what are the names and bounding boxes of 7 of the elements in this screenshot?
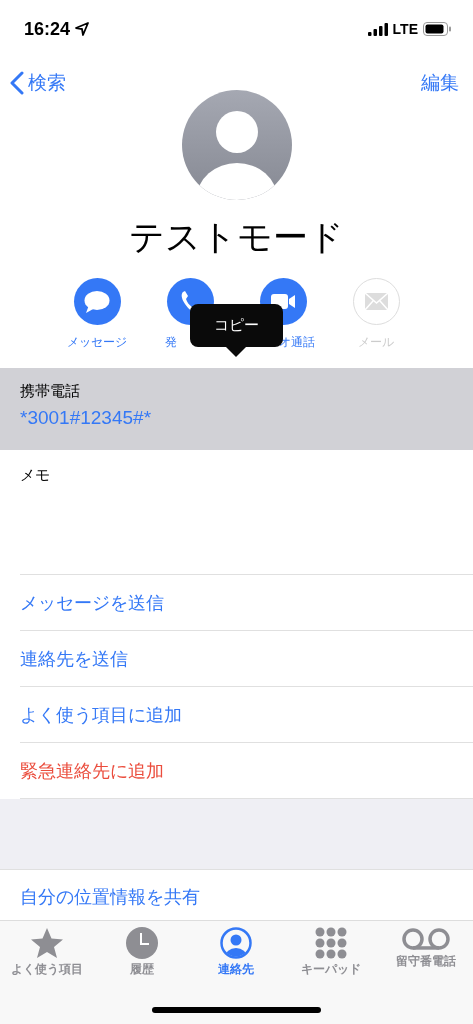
action-label: メッセージ bbox=[67, 334, 127, 351]
memo-label: メモ bbox=[20, 466, 51, 485]
contact-name: テストモード bbox=[128, 216, 345, 259]
network-type: LTE bbox=[392, 21, 418, 37]
status-time: 16:24 bbox=[24, 18, 71, 40]
action-label: 発 bbox=[165, 334, 177, 351]
phone-label: 携帯電話 bbox=[20, 382, 81, 401]
